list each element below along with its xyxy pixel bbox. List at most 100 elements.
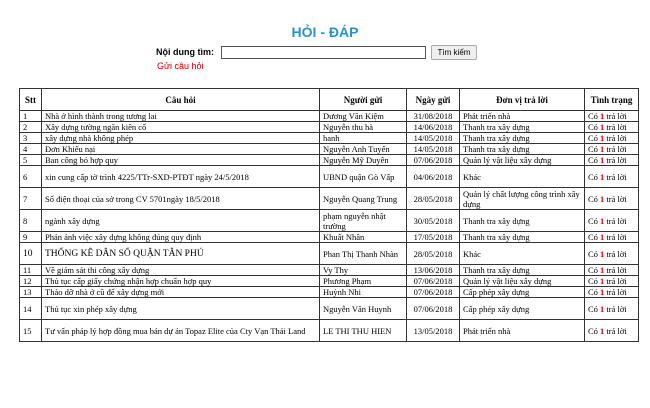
- row-status: Có 1 trả lời: [584, 165, 639, 188]
- status-prefix: Có: [588, 287, 598, 297]
- status-suffix: trả lời: [606, 287, 627, 297]
- header-stt: Stt: [19, 88, 42, 111]
- status-prefix: Có: [588, 215, 598, 226]
- status-prefix: Có: [588, 111, 598, 121]
- row-date: 14/05/2018: [406, 143, 460, 155]
- row-status: Có 1 trả lời: [584, 264, 639, 276]
- row-status: Có 1 trả lời: [584, 209, 639, 232]
- answer-count: 1: [600, 133, 605, 143]
- row-sender: hanh: [319, 132, 407, 144]
- row-status: Có 1 trả lời: [584, 187, 639, 210]
- row-date: 07/06/2018: [406, 154, 460, 166]
- status-prefix: Có: [588, 265, 598, 275]
- row-sender: Phương Phạm: [319, 275, 407, 287]
- row-sender: Nguyễn thu hà: [319, 121, 407, 133]
- status-suffix: trả lời: [606, 248, 627, 259]
- row-stt: 11: [19, 264, 42, 276]
- row-sender: Dương Văn Kiệm: [319, 110, 407, 122]
- row-date: 17/05/2018: [406, 231, 460, 243]
- row-stt: 13: [19, 286, 42, 298]
- status-suffix: trả lời: [606, 144, 627, 154]
- question-link[interactable]: Thủ tục cấp giấy chứng nhận hợp chuẩn hợ…: [41, 275, 320, 287]
- row-status: Có 1 trả lời: [584, 297, 639, 320]
- row-date: 30/05/2018: [406, 209, 460, 232]
- search-button[interactable]: Tìm kiếm: [431, 45, 477, 60]
- row-status: Có 1 trả lời: [584, 143, 639, 155]
- row-unit: Thanh tra xây dựng: [459, 132, 585, 144]
- status-prefix: Có: [588, 122, 598, 132]
- row-sender: Nguyễn Mỹ Duyên: [319, 154, 407, 166]
- status-suffix: trả lời: [606, 325, 627, 336]
- question-link[interactable]: Phản ánh việc xây dựng không đúng quy đị…: [41, 231, 320, 243]
- row-sender: Phan Thị Thanh Nhàn: [319, 242, 407, 265]
- status-prefix: Có: [588, 248, 598, 259]
- row-sender: Nguyễn Quang Trung: [319, 187, 407, 210]
- question-link[interactable]: Tư vấn pháp lý hợp đồng mua bán dự án To…: [41, 319, 320, 342]
- row-unit: Thanh tra xây dựng: [459, 264, 585, 276]
- questions-table: Stt Câu hỏi Người gửi Ngày gửi Đơn vị tr…: [19, 88, 639, 342]
- table-row: 10 THỐNG KÊ DÂN SỐ QUẬN TÂN PHÚ Phan Thị…: [19, 242, 639, 265]
- answer-count: 1: [600, 248, 605, 259]
- status-suffix: trả lời: [606, 122, 627, 132]
- row-stt: 12: [19, 275, 42, 287]
- row-date: 04/06/2018: [406, 165, 460, 188]
- status-prefix: Có: [588, 155, 598, 165]
- row-date: 13/05/2018: [406, 319, 460, 342]
- status-suffix: trả lời: [606, 232, 627, 242]
- question-link[interactable]: Về giám sát thi công xây dựng: [41, 264, 320, 276]
- header-question: Câu hỏi: [41, 88, 320, 111]
- header-date: Ngày gửi: [406, 88, 460, 111]
- status-prefix: Có: [588, 276, 598, 286]
- status-suffix: trả lời: [606, 215, 627, 226]
- ask-question-link[interactable]: Gửi câu hỏi: [157, 61, 204, 71]
- row-sender: LE THI THU HIEN: [319, 319, 407, 342]
- row-date: 31/08/2018: [406, 110, 460, 122]
- status-prefix: Có: [588, 325, 598, 336]
- status-prefix: Có: [588, 171, 598, 182]
- row-status: Có 1 trả lời: [584, 242, 639, 265]
- table-row: 1 Nhà ở hình thành trong tương lai Dương…: [19, 110, 639, 122]
- row-status: Có 1 trả lời: [584, 231, 639, 243]
- table-row: 9 Phản ánh việc xây dựng không đúng quy …: [19, 231, 639, 243]
- question-link[interactable]: Đơn Khiếu nại: [41, 143, 320, 155]
- table-row: 8 ngành xây dựng phạm nguyễn nhật trường…: [19, 209, 639, 232]
- table-row: 13 Tháo dỡ nhà ở cũ để xây dựng mới Huỳn…: [19, 286, 639, 298]
- question-link[interactable]: THỐNG KÊ DÂN SỐ QUẬN TÂN PHÚ: [41, 242, 320, 265]
- question-link[interactable]: Thủ tục xin phép xây dựng: [41, 297, 320, 320]
- header-sender: Người gửi: [319, 88, 407, 111]
- question-link[interactable]: Xây dựng tường ngăn kiên cố: [41, 121, 320, 133]
- row-status: Có 1 trả lời: [584, 286, 639, 298]
- row-unit: Thanh tra xây dựng: [459, 231, 585, 243]
- row-status: Có 1 trả lời: [584, 132, 639, 144]
- row-sender: Huỳnh Nhi: [319, 286, 407, 298]
- question-link[interactable]: xây dựng nhà không phép: [41, 132, 320, 144]
- row-sender: Vy Thy: [319, 264, 407, 276]
- row-unit: Thanh tra xây dựng: [459, 121, 585, 133]
- row-unit: Thanh tra xây dựng: [459, 209, 585, 232]
- row-date: 07/06/2018: [406, 286, 460, 298]
- status-suffix: trả lời: [606, 133, 627, 143]
- row-status: Có 1 trả lời: [584, 275, 639, 287]
- row-stt: 14: [19, 297, 42, 320]
- answer-count: 1: [600, 325, 605, 336]
- table-row: 12 Thủ tục cấp giấy chứng nhận hợp chuẩn…: [19, 275, 639, 287]
- question-link[interactable]: Nhà ở hình thành trong tương lai: [41, 110, 320, 122]
- row-sender: Nguyễn Anh Tuyến: [319, 143, 407, 155]
- row-date: 14/05/2018: [406, 132, 460, 144]
- row-stt: 15: [19, 319, 42, 342]
- status-suffix: trả lời: [606, 155, 627, 165]
- search-input[interactable]: [221, 46, 426, 59]
- answer-count: 1: [600, 144, 605, 154]
- question-link[interactable]: xin cung cấp tờ trình 4225/TTr-SXD-PTĐT …: [41, 165, 320, 188]
- status-prefix: Có: [588, 303, 598, 314]
- question-link[interactable]: ngành xây dựng: [41, 209, 320, 232]
- row-unit: Cấp phép xây dựng: [459, 286, 585, 298]
- row-date: 14/06/2018: [406, 121, 460, 133]
- answer-count: 1: [600, 265, 605, 275]
- question-link[interactable]: Ban công bỏ hợp quy: [41, 154, 320, 166]
- row-stt: 3: [19, 132, 42, 144]
- table-header-row: Stt Câu hỏi Người gửi Ngày gửi Đơn vị tr…: [19, 88, 639, 111]
- status-suffix: trả lời: [606, 111, 627, 121]
- question-link[interactable]: Tháo dỡ nhà ở cũ để xây dựng mới: [41, 286, 320, 298]
- question-link[interactable]: Số điện thoại của sở trong CV 5701ngày 1…: [41, 187, 320, 210]
